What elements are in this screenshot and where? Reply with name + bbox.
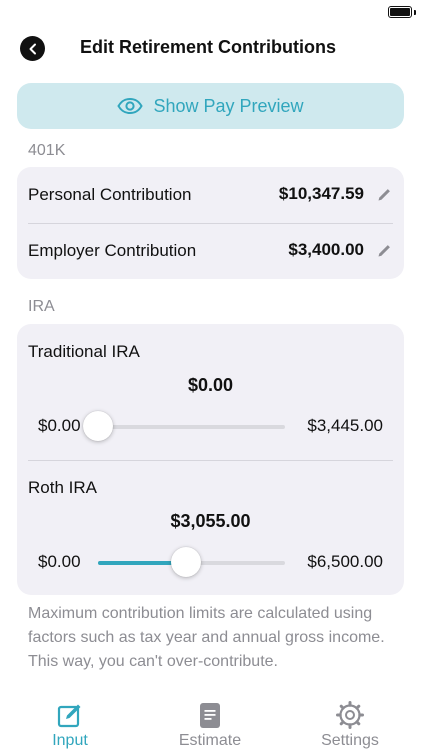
- pencil-icon[interactable]: [376, 187, 392, 203]
- traditional-ira-label: Traditional IRA: [28, 342, 140, 361]
- traditional-ira-min: $0.00: [38, 416, 81, 435]
- card-ira: Traditional IRA $0.00 $0.00 $3,445.00 Ro…: [17, 324, 404, 595]
- edit-icon: [57, 704, 81, 728]
- show-pay-preview-button[interactable]: Show Pay Preview: [17, 83, 404, 129]
- eye-icon: [117, 98, 144, 114]
- card-401k: Personal Contribution $10,347.59 Employe…: [17, 167, 404, 279]
- chevron-left-icon: [29, 43, 36, 54]
- roth-ira-slider[interactable]: [98, 547, 285, 577]
- roth-ira-block: Roth IRA $3,055.00 $0.00 $6,500.00: [17, 460, 404, 595]
- tab-settings[interactable]: Settings: [300, 695, 400, 750]
- row-employer-contribution[interactable]: Employer Contribution $3,400.00: [17, 223, 404, 279]
- traditional-ira-block: Traditional IRA $0.00 $0.00 $3,445.00: [17, 324, 404, 459]
- tab-input-label: Input: [52, 732, 88, 749]
- back-button[interactable]: [20, 36, 45, 61]
- nav-bar: Edit Retirement Contributions: [0, 30, 422, 66]
- battery-cap: [414, 10, 416, 15]
- roth-ira-min: $0.00: [38, 552, 81, 571]
- tab-settings-label: Settings: [321, 732, 379, 749]
- slider-thumb[interactable]: [170, 547, 201, 577]
- personal-contribution-value: $10,347.59: [278, 184, 364, 203]
- section-header-ira: IRA: [28, 298, 55, 315]
- battery-icon: [388, 6, 412, 18]
- tab-input[interactable]: Input: [20, 695, 120, 750]
- pencil-icon[interactable]: [376, 243, 392, 259]
- page-title: Edit Retirement Contributions: [80, 37, 336, 57]
- personal-contribution-label: Personal Contribution: [28, 185, 192, 204]
- employer-contribution-label: Employer Contribution: [28, 241, 197, 260]
- contribution-limit-footnote: Maximum contribution limits are calculat…: [28, 605, 385, 670]
- traditional-ira-current-value: $0.00: [187, 375, 234, 395]
- traditional-ira-max: $3,445.00: [307, 416, 383, 435]
- tab-bar: Input Estimate Settings: [0, 695, 422, 750]
- roth-ira-label: Roth IRA: [28, 478, 97, 497]
- gear-icon: [336, 701, 364, 729]
- status-bar: [0, 0, 422, 24]
- row-personal-contribution[interactable]: Personal Contribution $10,347.59: [17, 167, 404, 223]
- document-icon: [200, 703, 220, 728]
- show-pay-preview-label: Show Pay Preview: [153, 95, 304, 116]
- tab-estimate[interactable]: Estimate: [160, 695, 260, 750]
- section-header-401k: 401K: [28, 142, 66, 159]
- employer-contribution-value: $3,400.00: [288, 240, 364, 259]
- roth-ira-current-value: $3,055.00: [170, 511, 251, 531]
- roth-ira-max: $6,500.00: [307, 552, 383, 571]
- tab-estimate-label: Estimate: [178, 732, 242, 749]
- traditional-ira-slider[interactable]: [83, 411, 285, 441]
- slider-thumb[interactable]: [83, 411, 113, 441]
